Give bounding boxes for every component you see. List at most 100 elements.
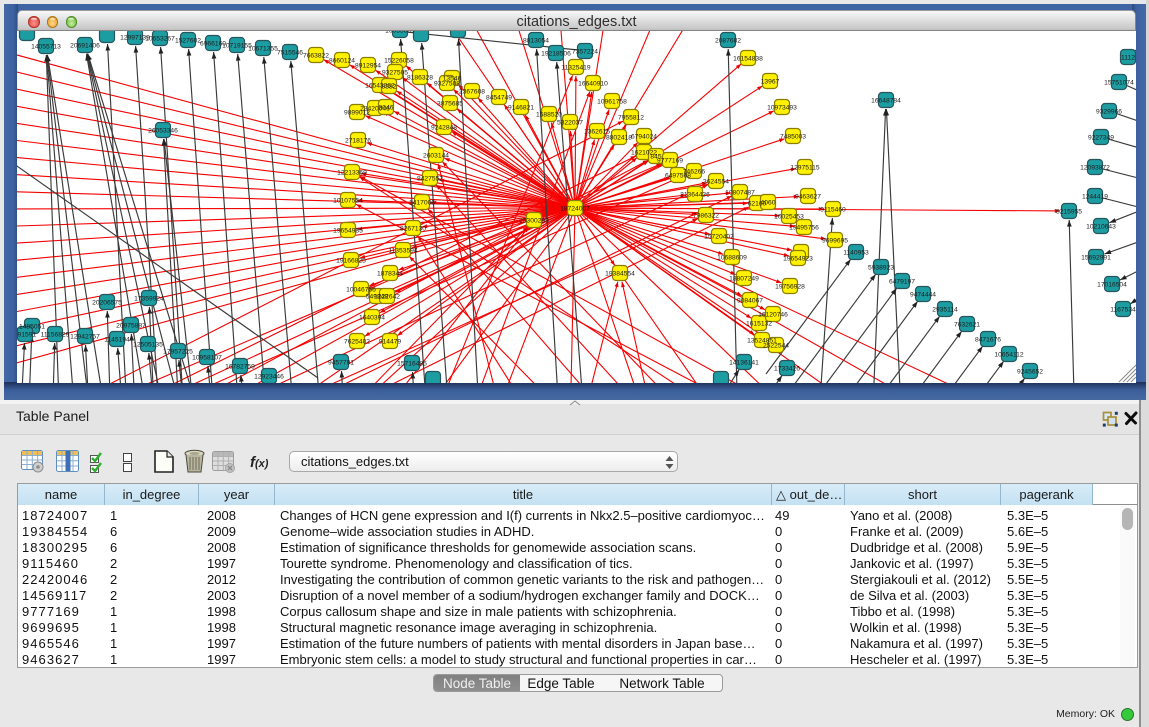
- svg-text:15226058: 15226058: [384, 57, 414, 64]
- svg-text:2087682: 2087682: [715, 37, 741, 44]
- svg-text:6794024: 6794024: [631, 133, 657, 140]
- svg-text:9474444: 9474444: [910, 291, 936, 298]
- svg-text:391591: 391591: [17, 331, 36, 338]
- svg-text:9242848: 9242848: [431, 124, 457, 131]
- svg-text:1588520: 1588520: [536, 111, 562, 118]
- svg-text:1244419: 1244419: [1082, 193, 1108, 200]
- svg-text:26053346: 26053346: [148, 127, 178, 134]
- svg-text:1733426: 1733426: [774, 365, 800, 372]
- svg-text:5938923: 5938923: [868, 264, 894, 271]
- svg-text:16120746: 16120746: [758, 311, 788, 318]
- svg-text:3624554: 3624554: [703, 178, 729, 185]
- svg-text:15720407: 15720407: [704, 233, 734, 240]
- svg-text:8802418: 8802418: [606, 134, 632, 141]
- svg-text:8382: 8382: [382, 83, 397, 90]
- svg-text:6479197: 6479197: [889, 278, 915, 285]
- svg-text:7515546: 7515546: [277, 49, 303, 56]
- svg-text:1485051: 1485051: [19, 323, 45, 330]
- svg-text:1140953: 1140953: [843, 249, 869, 256]
- svg-text:4060: 4060: [761, 199, 776, 206]
- svg-text:9327508: 9327508: [434, 80, 460, 87]
- svg-text:10654112: 10654112: [994, 351, 1024, 358]
- svg-text:9227349: 9227349: [1088, 134, 1114, 141]
- svg-text:17016504: 17016504: [1097, 281, 1127, 288]
- svg-text:7986322: 7986322: [693, 212, 719, 219]
- svg-text:1640394: 1640394: [359, 314, 385, 321]
- svg-text:16782759: 16782759: [225, 363, 255, 370]
- svg-text:15751074: 15751074: [1104, 79, 1134, 86]
- svg-text:7357224: 7357224: [572, 48, 598, 55]
- svg-text:16648784: 16648784: [871, 97, 901, 104]
- svg-text:19756928: 19756928: [775, 283, 805, 290]
- svg-text:19654985: 19654985: [333, 227, 363, 234]
- svg-text:2718176: 2718176: [345, 137, 371, 144]
- svg-text:8454749: 8454749: [486, 94, 512, 101]
- svg-text:19495756: 19495756: [789, 224, 819, 231]
- svg-text:8267130: 8267130: [400, 225, 426, 232]
- svg-text:17957225: 17957225: [163, 348, 193, 355]
- svg-text:914479: 914479: [379, 338, 402, 345]
- svg-text:9084067: 9084067: [737, 297, 763, 304]
- svg-text:8660124: 8660124: [329, 57, 355, 64]
- svg-text:7485003: 7485003: [780, 133, 806, 140]
- svg-text:11156829: 11156829: [41, 331, 70, 338]
- svg-text:10671355: 10671355: [248, 45, 278, 52]
- svg-text:10025453: 10025453: [774, 213, 804, 220]
- svg-text:3875685: 3875685: [437, 100, 463, 107]
- svg-text:9329966: 9329966: [1096, 108, 1122, 115]
- svg-text:8813054: 8813054: [523, 37, 549, 44]
- svg-text:16640910: 16640910: [578, 80, 608, 87]
- svg-text:13967: 13967: [761, 78, 780, 85]
- svg-text:19166825: 19166825: [336, 257, 366, 264]
- svg-text:10653267: 10653267: [145, 35, 175, 42]
- svg-text:8215955: 8215955: [1056, 208, 1082, 215]
- svg-text:9245652: 9245652: [1017, 368, 1043, 375]
- svg-text:15692991: 15692991: [1081, 254, 1111, 261]
- svg-text:11325419: 11325419: [561, 64, 591, 71]
- svg-text:1615132: 1615132: [746, 320, 772, 327]
- svg-text:2522544: 2522544: [763, 342, 789, 349]
- svg-text:20975887: 20975887: [116, 322, 146, 329]
- svg-text:10688609: 10688609: [717, 254, 747, 261]
- svg-text:8186328: 8186328: [407, 74, 433, 81]
- svg-text:1527602: 1527602: [175, 37, 201, 44]
- svg-text:12093872: 12093872: [1080, 164, 1110, 171]
- svg-text:12975115: 12975115: [790, 164, 820, 171]
- svg-text:1222642: 1222642: [374, 293, 400, 300]
- svg-text:9457791: 9457791: [328, 359, 354, 366]
- svg-text:1417006: 1417006: [409, 199, 435, 206]
- svg-text:20206575: 20206575: [92, 299, 122, 306]
- svg-text:9777169: 9777169: [657, 157, 683, 164]
- svg-text:2935114: 2935114: [932, 306, 958, 313]
- svg-text:1167534: 1167534: [1110, 306, 1136, 313]
- svg-text:7663822: 7663822: [303, 52, 329, 59]
- svg-text:25300293: 25300293: [519, 217, 549, 224]
- svg-text:6497568: 6497568: [665, 172, 691, 179]
- svg-text:16033809: 16033809: [385, 31, 415, 34]
- svg-text:12942757: 12942757: [70, 333, 100, 340]
- svg-text:10973493: 10973493: [767, 104, 797, 111]
- svg-text:19384554: 19384554: [605, 270, 635, 277]
- svg-text:1145194: 1145194: [104, 336, 130, 343]
- svg-text:15716485: 15716485: [397, 360, 427, 367]
- svg-text:7955812: 7955812: [618, 114, 644, 121]
- svg-text:19654923: 19654923: [783, 255, 813, 262]
- svg-text:5322037: 5322037: [557, 119, 583, 126]
- svg-text:9699695: 9699695: [822, 237, 848, 244]
- svg-text:7625402: 7625402: [344, 338, 370, 345]
- svg-text:10807487: 10807487: [725, 189, 755, 196]
- svg-text:3046: 3046: [379, 104, 394, 111]
- svg-text:14055713: 14055713: [31, 43, 61, 50]
- svg-text:7632621: 7632621: [954, 321, 980, 328]
- svg-text:8427552: 8427552: [417, 175, 443, 182]
- svg-text:18724007: 18724007: [560, 205, 590, 212]
- svg-text:11353594: 11353594: [388, 247, 418, 254]
- svg-text:12923446: 12923446: [254, 373, 284, 380]
- svg-text:9115460: 9115460: [820, 206, 846, 213]
- svg-text:10107554: 10107554: [333, 197, 363, 204]
- svg-text:21364436: 21364436: [680, 191, 710, 198]
- svg-text:18807249: 18807249: [729, 275, 759, 282]
- svg-text:9463627: 9463627: [795, 193, 821, 200]
- svg-text:19218506: 19218506: [541, 50, 571, 57]
- svg-text:10210643: 10210643: [1086, 223, 1116, 230]
